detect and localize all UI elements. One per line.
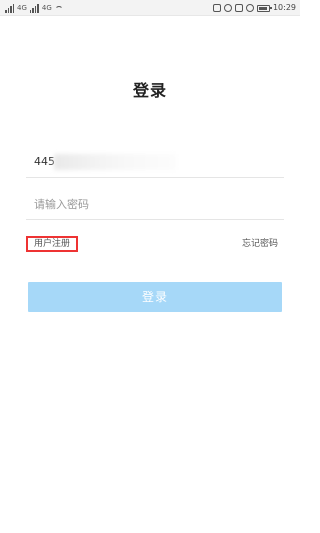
wifi-icon (55, 5, 63, 13)
alarm-icon (223, 4, 232, 12)
account-field[interactable]: 445 (26, 146, 284, 178)
account-value: 445 (34, 155, 55, 168)
clock: 10:29 (272, 3, 296, 12)
account-redaction (54, 154, 176, 170)
status-left: 4G 4G (5, 3, 63, 13)
data-saver-icon (245, 4, 254, 12)
data-type: 4G (41, 4, 52, 12)
signal-icon-secondary (29, 4, 39, 13)
login-button[interactable]: 登录 (28, 282, 282, 312)
password-input[interactable] (34, 197, 274, 211)
register-link[interactable]: 用户注册 (26, 236, 78, 252)
page-title: 登录 (132, 81, 167, 100)
nfc-icon (212, 4, 221, 12)
password-field[interactable] (26, 188, 284, 220)
network-type: 4G (17, 4, 27, 12)
forgot-password-link[interactable]: 忘记密码 (242, 238, 278, 250)
battery-icon (256, 4, 272, 12)
vibrate-icon (234, 4, 243, 12)
signal-icon (5, 4, 14, 13)
status-right: 10:29 (212, 3, 296, 13)
status-bar: 4G 4G 10:29 (0, 0, 300, 16)
login-screen: 4G 4G 10:29 登录 445 用户注册 忘记密码 登录 (0, 0, 300, 533)
